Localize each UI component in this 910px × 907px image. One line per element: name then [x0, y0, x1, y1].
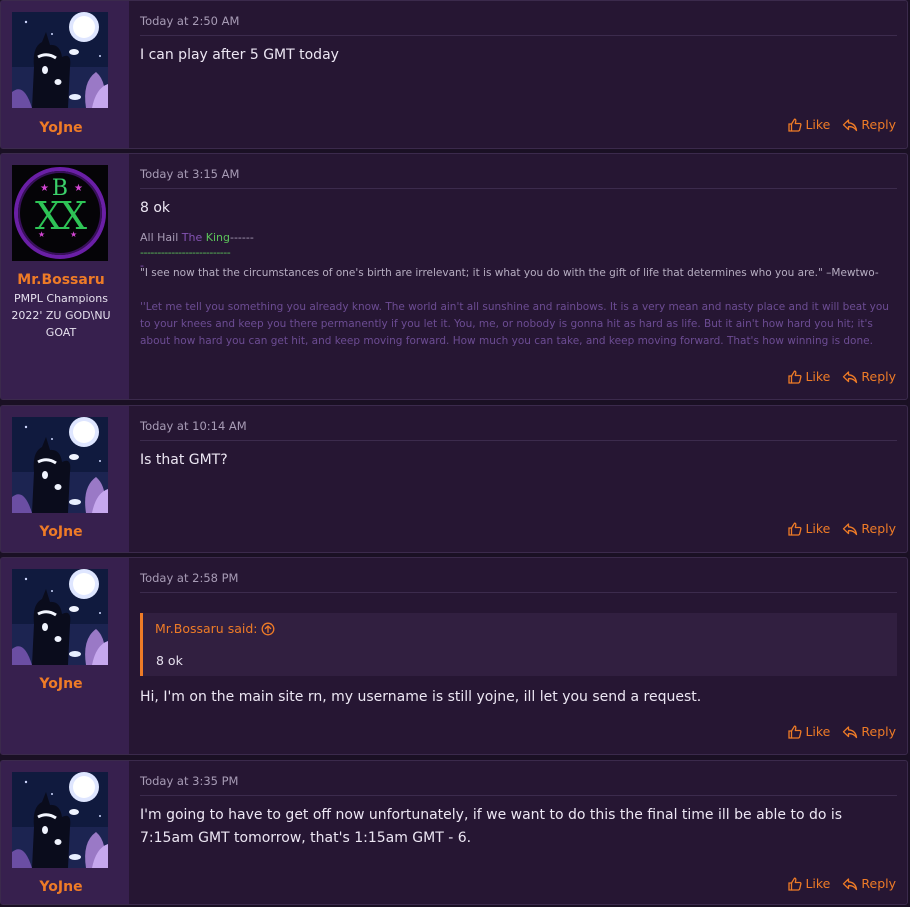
- post: YoJne Today at 10:14 AM Is that GMT? Lik…: [0, 405, 908, 553]
- like-button[interactable]: Like: [788, 521, 830, 536]
- reply-button[interactable]: Reply: [842, 117, 896, 132]
- reply-arrow-icon: [842, 370, 858, 384]
- thumbs-up-icon: [788, 725, 802, 739]
- signature-suffix: ------: [229, 231, 254, 244]
- signature-line: All Hail The King------: [140, 231, 254, 244]
- message-thread: YoJne Today at 2:50 AM I can play after …: [0, 0, 910, 907]
- thumbs-up-icon: [788, 877, 802, 891]
- reply-button[interactable]: Reply: [842, 369, 896, 384]
- post: Mr.Bossaru PMPL Champions 2022' ZU GOD\N…: [0, 153, 908, 400]
- reply-arrow-icon: [842, 118, 858, 132]
- post-date[interactable]: Today at 2:50 AM: [140, 14, 239, 28]
- post: YoJne Today at 3:35 PM I'm going to have…: [0, 760, 908, 905]
- reply-label: Reply: [861, 876, 896, 891]
- message-text: 8 ok: [140, 200, 171, 216]
- post: YoJne Today at 2:50 AM I can play after …: [0, 0, 908, 149]
- reply-button[interactable]: Reply: [842, 876, 896, 891]
- post-body: Today at 10:14 AM Is that GMT? Like Repl…: [140, 406, 897, 552]
- user-panel: YoJne: [1, 558, 129, 754]
- username[interactable]: Mr.Bossaru: [1, 272, 121, 288]
- post-actions: Like Reply: [788, 724, 896, 739]
- thumbs-up-icon: [788, 118, 802, 132]
- quote-text: 8 ok: [156, 653, 183, 668]
- post-body: Today at 2:50 AM I can play after 5 GMT …: [140, 1, 897, 148]
- divider: [140, 188, 897, 189]
- reply-button[interactable]: Reply: [842, 724, 896, 739]
- signature-quote-mewtwo: "I see now that the circumstances of one…: [140, 267, 879, 279]
- post-actions: Like Reply: [788, 521, 896, 536]
- post-actions: Like Reply: [788, 369, 896, 384]
- quote-author-link[interactable]: Mr.Bossaru said:: [155, 621, 275, 636]
- post-body: Today at 3:15 AM 8 ok All Hail The King-…: [140, 154, 897, 399]
- like-label: Like: [805, 724, 831, 739]
- reply-label: Reply: [861, 521, 896, 536]
- thumbs-up-icon: [788, 370, 802, 384]
- post-actions: Like Reply: [788, 117, 896, 132]
- like-button[interactable]: Like: [788, 876, 830, 891]
- message-text: I'm going to have to get off now unfortu…: [140, 807, 843, 846]
- post-date[interactable]: Today at 10:14 AM: [140, 419, 247, 433]
- message-text: I can play after 5 GMT today: [140, 47, 339, 63]
- like-label: Like: [805, 369, 831, 384]
- signature-prefix: All Hail: [140, 231, 182, 244]
- quote-block: Mr.Bossaru said: 8 ok: [140, 613, 897, 676]
- avatar[interactable]: [12, 569, 108, 665]
- reply-arrow-icon: [842, 522, 858, 536]
- user-title: PMPL Champions 2022' ZU GOD\NU GOAT: [11, 292, 111, 339]
- avatar[interactable]: [12, 165, 108, 261]
- reply-label: Reply: [861, 724, 896, 739]
- like-button[interactable]: Like: [788, 724, 830, 739]
- signature-quote-long: ''Let me tell you something you already …: [140, 301, 889, 347]
- post-actions: Like Reply: [788, 876, 896, 891]
- username[interactable]: YoJne: [1, 879, 121, 895]
- avatar[interactable]: [12, 12, 108, 108]
- reply-label: Reply: [861, 117, 896, 132]
- user-panel: YoJne: [1, 761, 129, 904]
- post-body: Today at 3:35 PM I'm going to have to ge…: [140, 761, 897, 904]
- username[interactable]: YoJne: [1, 120, 121, 136]
- signature-dashes: --------------------------: [140, 246, 231, 259]
- quote-author: Mr.Bossaru said:: [155, 621, 258, 636]
- signature-the: The: [181, 231, 203, 244]
- like-button[interactable]: Like: [788, 369, 830, 384]
- reply-button[interactable]: Reply: [842, 521, 896, 536]
- avatar[interactable]: [12, 772, 108, 868]
- message-text: Hi, I'm on the main site rn, my username…: [140, 689, 702, 705]
- reply-arrow-icon: [842, 877, 858, 891]
- like-label: Like: [805, 521, 831, 536]
- divider: [140, 795, 897, 796]
- post-body: Today at 2:58 PM Mr.Bossaru said: 8 ok H…: [140, 558, 897, 754]
- like-label: Like: [805, 117, 831, 132]
- thumbs-up-icon: [788, 522, 802, 536]
- username[interactable]: YoJne: [1, 524, 121, 540]
- divider: [140, 592, 897, 593]
- user-panel: YoJne: [1, 1, 129, 148]
- username[interactable]: YoJne: [1, 676, 121, 692]
- signature-king: King: [202, 231, 230, 244]
- post: YoJne Today at 2:58 PM Mr.Bossaru said: …: [0, 557, 908, 755]
- post-date[interactable]: Today at 3:35 PM: [140, 774, 238, 788]
- like-label: Like: [805, 876, 831, 891]
- divider: [140, 440, 897, 441]
- message-text: Is that GMT?: [140, 452, 228, 468]
- divider: [140, 35, 897, 36]
- avatar[interactable]: [12, 417, 108, 513]
- post-date[interactable]: Today at 2:58 PM: [140, 571, 238, 585]
- reply-label: Reply: [861, 369, 896, 384]
- user-panel: YoJne: [1, 406, 129, 552]
- user-panel: Mr.Bossaru PMPL Champions 2022' ZU GOD\N…: [1, 154, 129, 399]
- like-button[interactable]: Like: [788, 117, 830, 132]
- post-date[interactable]: Today at 3:15 AM: [140, 167, 239, 181]
- arrow-up-circle-icon: [261, 622, 275, 636]
- reply-arrow-icon: [842, 725, 858, 739]
